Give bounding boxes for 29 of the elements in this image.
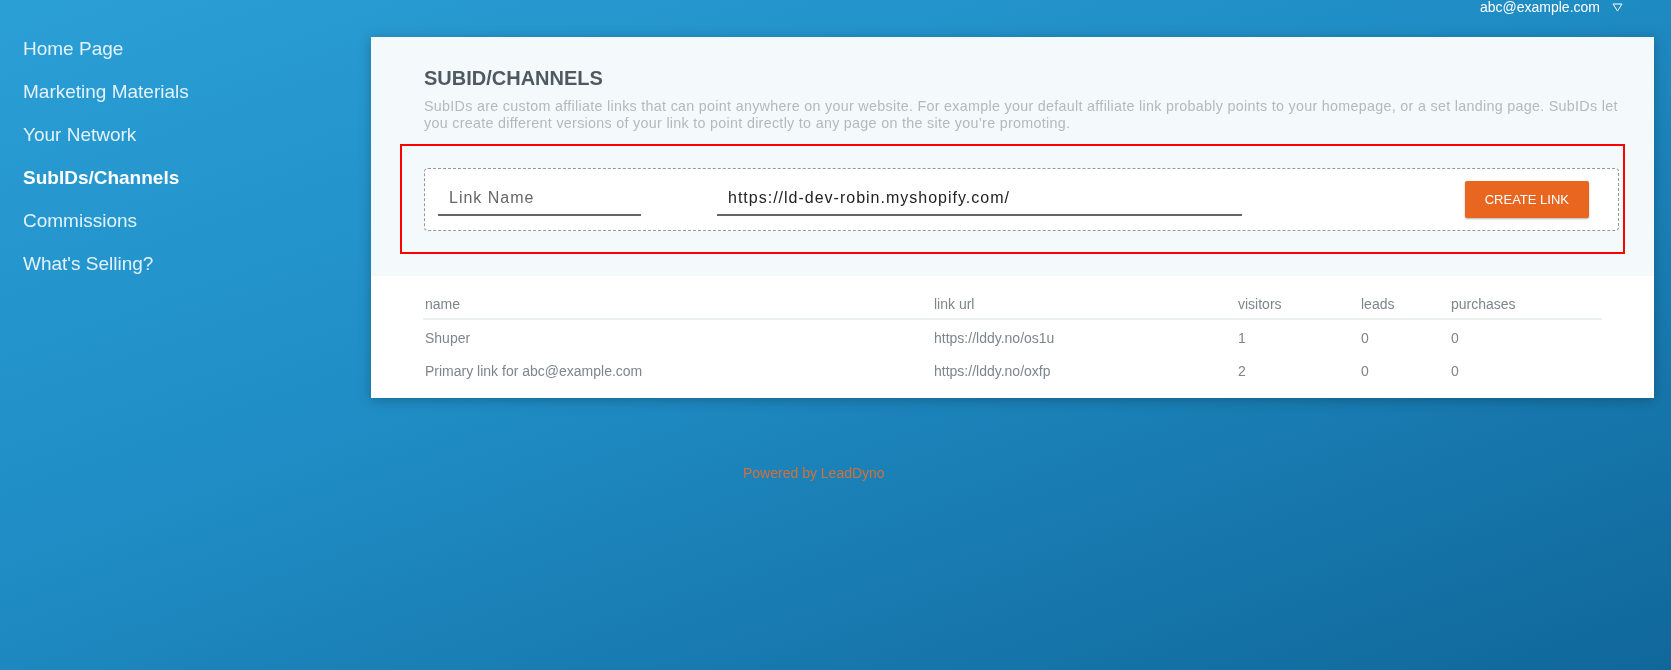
table-cell-text: 2 bbox=[1237, 362, 1247, 381]
create-link-button[interactable]: CREATE LINK bbox=[1464, 181, 1589, 218]
link-name-input[interactable]: Link Name bbox=[438, 183, 641, 216]
sidebar-item[interactable]: Your Network bbox=[23, 121, 137, 148]
sidebar-item[interactable]: Commissions bbox=[23, 207, 138, 234]
page-title: SUBID/CHANNELS bbox=[424, 67, 604, 90]
column-header: link url bbox=[932, 288, 1236, 319]
table-cell-text: https://lddy.no/oxfp bbox=[933, 362, 1052, 381]
sidebar-item[interactable]: What's Selling? bbox=[23, 250, 154, 277]
table-cell-text: 0 bbox=[1450, 362, 1460, 381]
sidebar-item[interactable]: Marketing Materials bbox=[23, 78, 189, 105]
table-cell: Shuper bbox=[423, 319, 932, 353]
table-cell: https://lddy.no/os1u bbox=[932, 319, 1236, 353]
table-cell: 0 bbox=[1449, 319, 1602, 353]
table-cell-text: Primary link for abc@example.com bbox=[424, 362, 644, 381]
sidebar-item[interactable]: SubIDs/Channels bbox=[23, 164, 180, 191]
column-header: name bbox=[423, 288, 932, 319]
link-url-input[interactable]: https://ld-dev-robin.myshopify.com/ bbox=[717, 183, 1242, 216]
column-header: purchases bbox=[1449, 288, 1602, 319]
user-email[interactable]: abc@example.com bbox=[1479, 0, 1600, 15]
column-header: visitors bbox=[1236, 288, 1359, 319]
dropdown-caret-icon[interactable] bbox=[1612, 2, 1623, 12]
table-cell-text: 0 bbox=[1360, 362, 1370, 381]
sidebar-item[interactable]: Home Page bbox=[23, 35, 124, 62]
description-text: SubIDs are custom affiliate links that can point anywhere on your website. For example your default affiliate link probably points to your homepage, or a set landing page. SubIDs let you create different versions of your link to point directly to any page on the site you’re promoting. bbox=[424, 98, 1619, 132]
table-cell: 0 bbox=[1359, 319, 1449, 353]
powered-by-text: Powered by LeadDyno bbox=[743, 465, 885, 481]
table-cell: 1 bbox=[1236, 319, 1359, 353]
column-header: leads bbox=[1359, 288, 1449, 319]
